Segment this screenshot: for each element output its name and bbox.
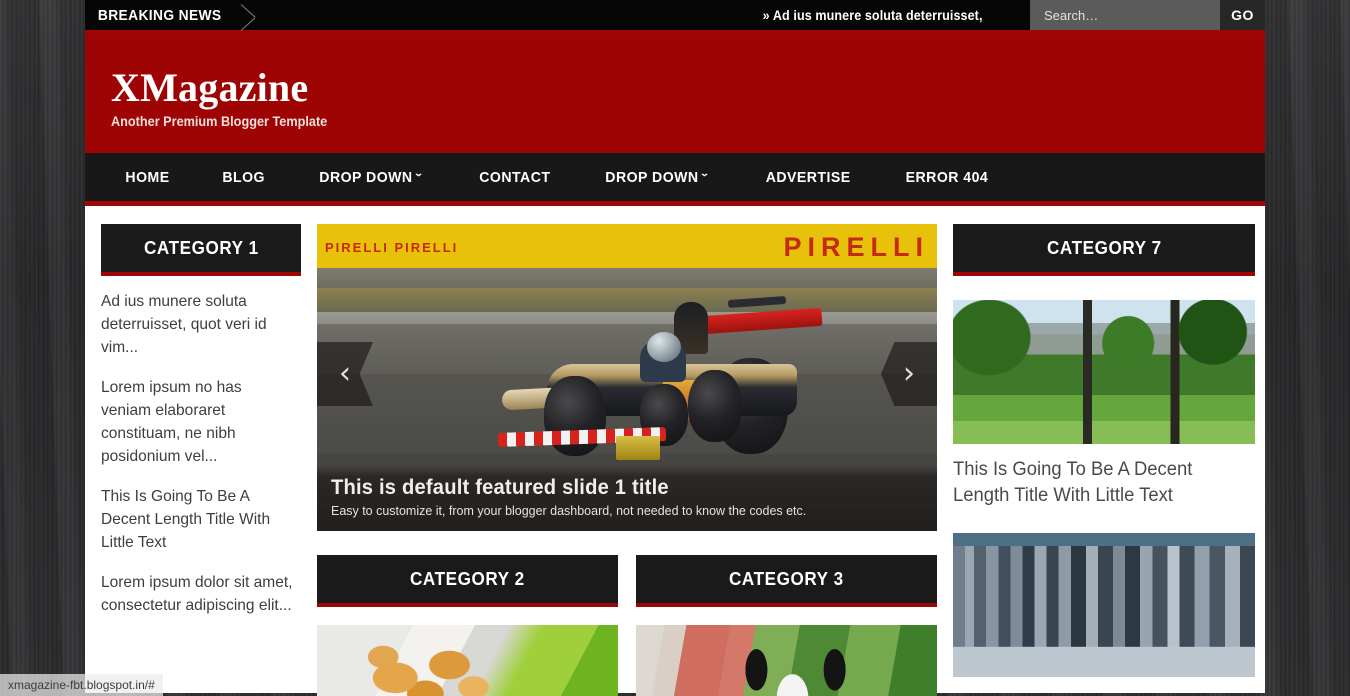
- left-sidebar: CATEGORY 1 Ad ius munere soluta deterrui…: [101, 224, 301, 634]
- rear-right-tyre: [688, 370, 742, 442]
- race-car-graphic: [492, 284, 842, 484]
- nav-item-label: ADVERTISE: [765, 168, 851, 186]
- rear-wing: [701, 307, 823, 335]
- post-title[interactable]: This Is Going To Be A Decent Length Titl…: [953, 457, 1246, 509]
- widget-title: CATEGORY 1: [143, 237, 259, 258]
- banner-left-text: PIRELLI PIRELLI: [325, 239, 459, 255]
- post-thumbnail-food[interactable]: [317, 625, 618, 696]
- top-bar: BREAKING NEWS » Ad ius munere soluta det…: [85, 0, 1265, 34]
- category-block-3: CATEGORY 3: [636, 555, 937, 696]
- widget-header-category-3: CATEGORY 3: [636, 555, 937, 607]
- main-column: PIRELLI PIRELLI PIRELLI ‹ › This is defa…: [317, 224, 937, 696]
- post-thumbnail-city[interactable]: [953, 533, 1255, 677]
- list-item[interactable]: Lorem ipsum dolor sit amet, consectetur …: [101, 571, 295, 617]
- post-title-list: Ad ius munere soluta deterruisset, quot …: [101, 276, 301, 617]
- lower-category-row: CATEGORY 2 CATEGORY 3: [317, 555, 937, 696]
- sidebar-post-1: This Is Going To Be A Decent Length Titl…: [953, 300, 1255, 509]
- nav-item-drop-down-2[interactable]: DROP DOWN ⌄: [582, 167, 733, 186]
- nav-item-error-404[interactable]: ERROR 404: [882, 169, 1012, 186]
- widget-header-category-2: CATEGORY 2: [317, 555, 618, 607]
- news-ticker-item[interactable]: » Ad ius munere soluta deterruisset,: [296, 0, 1003, 30]
- widget-title: CATEGORY 7: [1046, 237, 1162, 258]
- slide-caption: This is default featured slide 1 title E…: [317, 465, 937, 531]
- nav-item-drop-down-1[interactable]: DROP DOWN ⌄: [296, 167, 447, 186]
- widget-header-category-1: CATEGORY 1: [101, 224, 301, 276]
- nav-item-label: HOME: [125, 168, 170, 186]
- nav-item-home[interactable]: HOME: [102, 169, 193, 186]
- content-area: CATEGORY 1 Ad ius munere soluta deterrui…: [85, 206, 1265, 696]
- list-item[interactable]: This Is Going To Be A Decent Length Titl…: [101, 485, 295, 554]
- widget-title: CATEGORY 3: [729, 568, 844, 589]
- number-plate: [616, 436, 660, 460]
- nav-item-contact[interactable]: CONTACT: [455, 169, 573, 186]
- widget-title: CATEGORY 2: [410, 568, 525, 589]
- sidebar-post-2: [953, 533, 1255, 677]
- rear-wing-upper: [727, 295, 787, 309]
- site-wrapper: BREAKING NEWS » Ad ius munere soluta det…: [85, 0, 1265, 696]
- track-banner-text: PIRELLI PIRELLI PIRELLI: [317, 227, 937, 267]
- chevron-right-icon: [239, 0, 269, 30]
- nav-item-label: DROP DOWN: [319, 168, 413, 186]
- chevron-down-icon: ⌄: [699, 167, 712, 178]
- search-input[interactable]: [1030, 0, 1220, 30]
- search-go-button[interactable]: GO: [1220, 0, 1265, 30]
- slide-title[interactable]: This is default featured slide 1 title: [331, 475, 899, 500]
- driver-helmet: [647, 332, 681, 362]
- nav-item-label: CONTACT: [478, 168, 551, 186]
- site-tagline: Another Premium Blogger Template: [111, 114, 328, 129]
- breaking-news-label: BREAKING NEWS: [97, 6, 222, 24]
- post-thumbnail-park[interactable]: [953, 300, 1255, 444]
- search-form: GO: [1030, 0, 1265, 30]
- featured-slider[interactable]: PIRELLI PIRELLI PIRELLI ‹ › This is defa…: [317, 224, 937, 531]
- list-item[interactable]: Lorem ipsum no has veniam elaboraret con…: [101, 376, 295, 468]
- right-sidebar: CATEGORY 7 This Is Going To Be A Decent …: [953, 224, 1255, 677]
- category-block-2: CATEGORY 2: [317, 555, 618, 696]
- nav-item-blog[interactable]: BLOG: [199, 169, 289, 186]
- chevron-down-icon: ⌄: [413, 167, 426, 178]
- status-bar-url: xmagazine-fbt.blogspot.in/#: [0, 674, 163, 696]
- masthead: XMagazine Another Premium Blogger Templa…: [85, 34, 1265, 153]
- post-thumbnail-pets[interactable]: [636, 625, 937, 696]
- slide-subtitle: Easy to customize it, from your blogger …: [331, 503, 807, 518]
- main-navigation: HOME BLOG DROP DOWN ⌄ CONTACT DROP DOWN …: [85, 153, 1265, 206]
- site-logo[interactable]: XMagazine: [111, 66, 1265, 110]
- widget-header-category-7: CATEGORY 7: [953, 224, 1255, 276]
- banner-right-text: PIRELLI: [783, 231, 929, 262]
- list-item[interactable]: Ad ius munere soluta deterruisset, quot …: [101, 290, 295, 359]
- nav-item-label: DROP DOWN: [605, 168, 699, 186]
- nav-item-label: BLOG: [222, 168, 265, 186]
- nav-item-advertise[interactable]: ADVERTISE: [742, 169, 874, 186]
- nav-item-label: ERROR 404: [905, 168, 989, 186]
